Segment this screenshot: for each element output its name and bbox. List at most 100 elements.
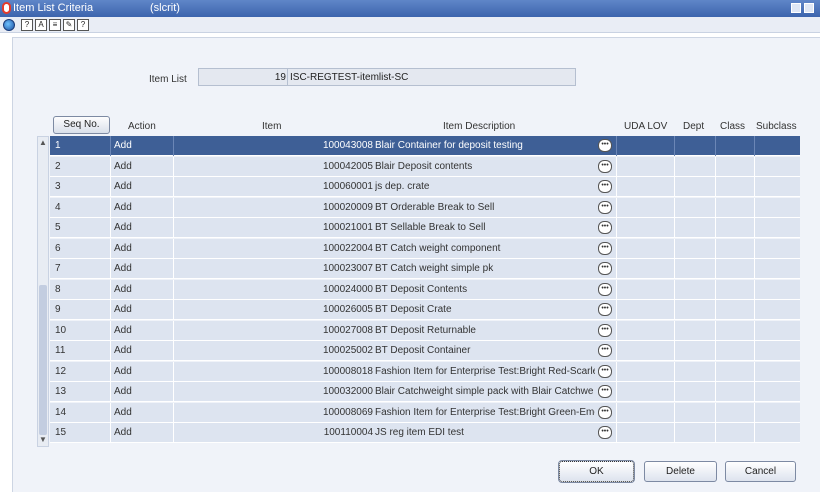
item-description-cell: BT Deposit Container	[375, 345, 471, 356]
action-cell: Add	[114, 325, 132, 336]
delete-button[interactable]: Delete	[644, 461, 717, 482]
action-cell: Add	[114, 284, 132, 295]
seq-cell: 12	[55, 366, 67, 377]
action-cell: Add	[114, 263, 132, 274]
table-row[interactable]: 3 Add 100060001 js dep. crate •••	[50, 177, 800, 197]
comment-icon[interactable]: •••	[598, 426, 612, 439]
item-number-cell: 100025002	[322, 345, 373, 356]
table-row[interactable]: 12 Add 100008018 Fashion Item for Enterp…	[50, 362, 800, 382]
action-cell: Add	[114, 181, 132, 192]
seq-cell: 6	[55, 243, 61, 254]
item-number-cell: 100021001	[322, 222, 373, 233]
table-row[interactable]: 14 Add 100008069 Fashion Item for Enterp…	[50, 403, 800, 423]
item-description-cell: BT Deposit Returnable	[375, 325, 476, 336]
item-number-cell: 100026005	[322, 304, 373, 315]
action-cell: Add	[114, 386, 132, 397]
column-header-dept: Dept	[683, 121, 705, 132]
minimize-button[interactable]	[791, 3, 801, 13]
window-title: Item List Criteria	[13, 2, 94, 14]
item-grid: 1 Add 100043008 Blair Container for depo…	[50, 136, 800, 447]
item-description-cell: Blair Catchweight simple pack with Blair…	[375, 386, 594, 397]
action-cell: Add	[114, 161, 132, 172]
table-row[interactable]: 10 Add 100027008 BT Deposit Returnable •…	[50, 321, 800, 341]
comment-icon[interactable]: •••	[598, 344, 612, 357]
item-number-cell: 100042005	[322, 161, 373, 172]
item-number-cell: 100008018	[322, 366, 373, 377]
comment-icon[interactable]: •••	[598, 303, 612, 316]
item-number-cell: 100032000	[322, 386, 373, 397]
item-description-cell: BT Catch weight component	[375, 243, 501, 254]
table-row[interactable]: 8 Add 100024000 BT Deposit Contents •••	[50, 280, 800, 300]
question-icon[interactable]: ?	[77, 19, 89, 31]
item-number-cell: 100024000	[322, 284, 373, 295]
table-row[interactable]: 9 Add 100026005 BT Deposit Crate •••	[50, 300, 800, 320]
comment-icon[interactable]: •••	[598, 406, 612, 419]
table-row[interactable]: 5 Add 100021001 BT Sellable Break to Sel…	[50, 218, 800, 238]
table-row[interactable]: 2 Add 100042005 Blair Deposit contents •…	[50, 157, 800, 177]
oracle-logo-icon	[2, 2, 11, 14]
seq-cell: 1	[55, 140, 61, 151]
item-description-cell: Blair Deposit contents	[375, 161, 473, 172]
item-number-cell: 100043008	[322, 140, 373, 151]
item-description-cell: BT Deposit Crate	[375, 304, 452, 315]
comment-icon[interactable]: •••	[598, 365, 612, 378]
table-row[interactable]: 11 Add 100025002 BT Deposit Container ••…	[50, 341, 800, 361]
item-description-cell: Fashion Item for Enterprise Test:Bright …	[375, 366, 595, 377]
action-cell: Add	[114, 407, 132, 418]
window-titlebar: Item List Criteria (slcrit)	[0, 0, 820, 17]
spell-check-icon[interactable]: A	[35, 19, 47, 31]
item-number-cell: 100008069	[322, 407, 373, 418]
column-header-item: Item	[262, 121, 282, 132]
comment-icon[interactable]: •••	[598, 262, 612, 275]
comment-icon[interactable]: •••	[598, 242, 612, 255]
window-subtitle: (slcrit)	[150, 2, 180, 14]
seq-cell: 2	[55, 161, 61, 172]
column-header-subclass: Subclass	[756, 121, 797, 132]
scroll-thumb[interactable]	[39, 285, 47, 435]
table-row[interactable]: 13 Add 100032000 Blair Catchweight simpl…	[50, 382, 800, 402]
ok-button[interactable]: OK	[558, 460, 635, 483]
seq-cell: 8	[55, 284, 61, 295]
cancel-button[interactable]: Cancel	[725, 461, 796, 482]
item-number-cell: 100020009	[322, 202, 373, 213]
scroll-down-arrow-icon[interactable]: ▼	[38, 435, 48, 445]
help-icon[interactable]: ?	[21, 19, 33, 31]
item-description-cell: js dep. crate	[375, 181, 430, 192]
action-cell: Add	[114, 202, 132, 213]
comment-icon[interactable]: •••	[598, 139, 612, 152]
list-icon[interactable]: ≡	[49, 19, 61, 31]
column-header-action: Action	[128, 121, 156, 132]
comment-icon[interactable]: •••	[598, 385, 612, 398]
action-cell: Add	[114, 427, 132, 438]
globe-icon[interactable]	[3, 19, 15, 31]
vertical-scrollbar[interactable]: ▲ ▼	[37, 136, 49, 447]
seq-cell: 7	[55, 263, 61, 274]
comment-icon[interactable]: •••	[598, 160, 612, 173]
table-row[interactable]: 4 Add 100020009 BT Orderable Break to Se…	[50, 198, 800, 218]
column-header-description: Item Description	[443, 121, 516, 132]
scroll-up-arrow-icon[interactable]: ▲	[38, 138, 48, 148]
comment-icon[interactable]: •••	[598, 201, 612, 214]
item-number-cell: 100027008	[322, 325, 373, 336]
table-row[interactable]: 15 Add 100110004 JS reg item EDI test ••…	[50, 423, 800, 443]
item-number-cell: 100023007	[322, 263, 373, 274]
item-number-cell: 100110004	[323, 427, 373, 438]
comment-icon[interactable]: •••	[598, 283, 612, 296]
item-number-cell: 100022004	[322, 243, 373, 254]
edit-icon[interactable]: ✎	[63, 19, 75, 31]
action-cell: Add	[114, 222, 132, 233]
seq-cell: 14	[55, 407, 67, 418]
table-row[interactable]: 6 Add 100022004 BT Catch weight componen…	[50, 239, 800, 259]
seq-no-sort-button[interactable]: Seq No.	[53, 116, 110, 134]
maximize-button[interactable]	[804, 3, 814, 13]
comment-icon[interactable]: •••	[598, 221, 612, 234]
item-list-description: ISC-REGTEST-itemlist-SC	[290, 72, 409, 83]
table-row[interactable]: 7 Add 100023007 BT Catch weight simple p…	[50, 259, 800, 279]
table-row[interactable]: 1 Add 100043008 Blair Container for depo…	[50, 136, 800, 156]
comment-icon[interactable]: •••	[598, 180, 612, 193]
toolbar: ? A ≡ ✎ ?	[0, 17, 820, 33]
comment-icon[interactable]: •••	[598, 324, 612, 337]
item-description-cell: Fashion Item for Enterprise Test:Bright …	[375, 407, 595, 418]
item-description-cell: BT Orderable Break to Sell	[375, 202, 495, 213]
column-header-uda-lov: UDA LOV	[624, 121, 668, 132]
